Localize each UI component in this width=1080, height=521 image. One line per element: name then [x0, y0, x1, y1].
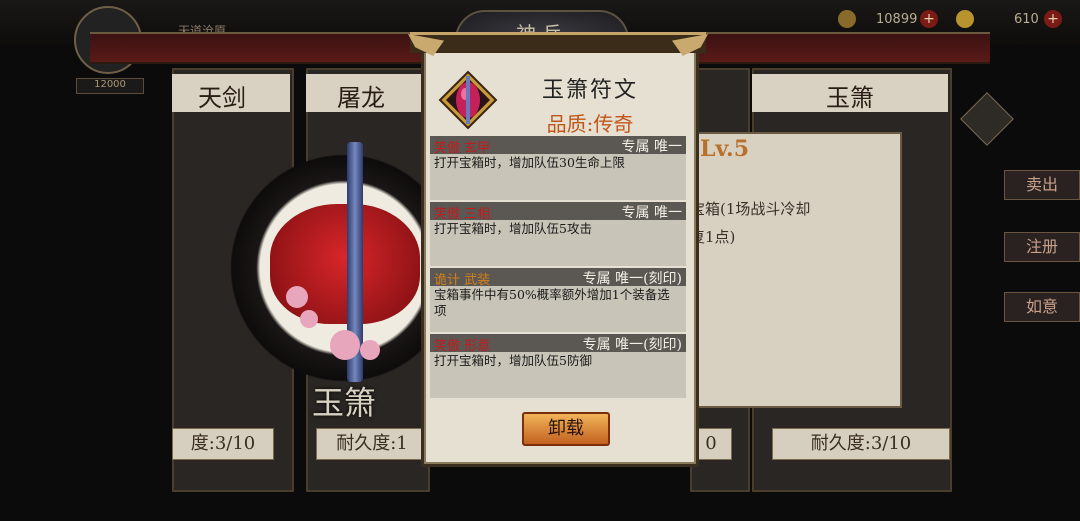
rune-entry-desc: 打开宝箱时，增加队伍5防御 — [434, 353, 592, 368]
rune-entry-name: 诡计 武装 — [434, 273, 491, 288]
rune-entry: 笑傲 三相 专属 唯一 打开宝箱时，增加队伍5攻击 — [430, 202, 686, 266]
rune-entry-name: 笑傲 玄甲 — [434, 141, 491, 156]
rune-entry-name: 笑傲 形意 — [434, 339, 491, 354]
rune-quality: 品质:传奇 — [546, 112, 634, 136]
register-button[interactable]: 注册 — [1004, 232, 1080, 262]
add-gold-icon[interactable]: + — [920, 10, 938, 28]
card-name: 屠龙 — [337, 84, 385, 112]
rune-entry: 诡计 武装 专属 唯一(刻印) 宝箱事件中有50%概率额外增加1个装备选项 — [430, 268, 686, 332]
rune-entry-tag: 专属 唯一(刻印) — [582, 271, 682, 287]
rune-entry-header: 笑傲 三相 专属 唯一 — [430, 202, 686, 222]
rune-entry-desc: 打开宝箱时，增加队伍30生命上限 — [434, 155, 625, 170]
rune-entry-tag: 专属 唯一(刻印) — [582, 337, 682, 353]
sell-button[interactable]: 卖出 — [1004, 170, 1080, 200]
unload-button[interactable]: 卸载 — [522, 412, 610, 446]
blossom-icon — [286, 286, 308, 308]
close-icon[interactable] — [960, 92, 1014, 146]
rune-entry-header: 笑傲 形意 专属 唯一(刻印) — [430, 334, 686, 354]
weapon-effect-line2: 复1点) — [690, 228, 736, 246]
rune-gem-icon — [438, 70, 498, 130]
rune-entry-name: 笑傲 三相 — [434, 207, 491, 222]
weapon-effect-line1: 宝箱(1场战斗冷却 — [690, 200, 811, 218]
rune-entry: 笑傲 形意 专属 唯一(刻印) 打开宝箱时，增加队伍5防御 — [430, 334, 686, 398]
rune-entry-desc: 打开宝箱时，增加队伍5攻击 — [434, 221, 592, 236]
gold-coin-icon — [838, 10, 856, 28]
featured-weapon-name: 玉箫 — [312, 384, 377, 422]
card-name: 天剑 — [198, 84, 246, 112]
card-name: 玉箫 — [826, 84, 874, 112]
weapon-info-panel — [688, 132, 902, 408]
rune-title: 玉箫符文 — [541, 78, 638, 103]
avatar-caption: 12000 — [76, 78, 144, 94]
rune-entry-header: 诡计 武装 专属 唯一(刻印) — [430, 268, 686, 288]
rune-entry-desc: 宝箱事件中有50%概率额外增加1个装备选项 — [434, 287, 670, 318]
blossom-icon — [300, 310, 318, 328]
card-durability: 0 — [690, 428, 732, 460]
rune-entry-tag: 专属 唯一 — [621, 139, 682, 155]
rune-entry: 笑傲 玄甲 专属 唯一 打开宝箱时，增加队伍30生命上限 — [430, 136, 686, 200]
card-durability: 耐久度:1 — [316, 428, 428, 460]
gold-amount: 10899 — [876, 12, 918, 27]
rune-entry-tag: 专属 唯一 — [621, 205, 682, 221]
weapon-level: Lv.5 — [700, 136, 750, 162]
card-durability: 度:3/10 — [172, 428, 274, 460]
gem-icon — [956, 10, 974, 28]
card-durability: 耐久度:3/10 — [772, 428, 950, 460]
rune-entry-header: 笑傲 玄甲 专属 唯一 — [430, 136, 686, 156]
gem-amount: 610 — [1014, 12, 1039, 27]
add-gem-icon[interactable]: + — [1044, 10, 1062, 28]
blossom-icon — [360, 340, 380, 360]
blossom-icon — [330, 330, 360, 360]
ruyi-button[interactable]: 如意 — [1004, 292, 1080, 322]
popup-scroll-bar — [410, 32, 706, 53]
